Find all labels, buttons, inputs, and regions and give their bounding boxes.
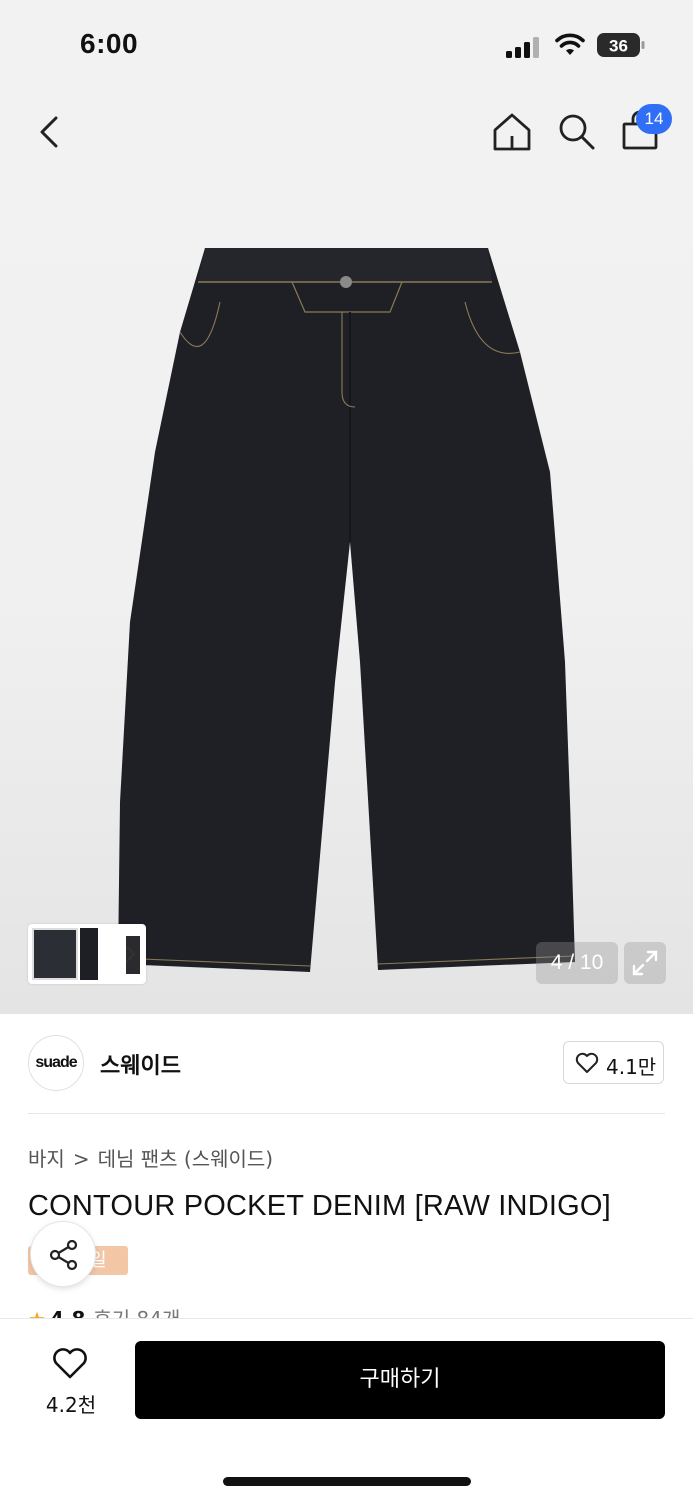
heart-outline-icon (53, 1348, 87, 1379)
chevron-right-icon[interactable] (118, 930, 144, 978)
status-bar: 6:00 36 (0, 0, 693, 92)
thumbnail-2[interactable] (80, 928, 98, 980)
share-button[interactable] (30, 1221, 96, 1287)
wishlist-button[interactable]: 4.2천 (28, 1341, 114, 1421)
buy-button[interactable]: 구매하기 (135, 1341, 665, 1419)
product-photo-jeans (117, 248, 575, 972)
home-indicator[interactable] (223, 1477, 471, 1486)
brand-row[interactable]: suade 스웨이드 4.1만 (28, 1032, 665, 1114)
heart-outline-icon (575, 1052, 599, 1073)
breadcrumb: 바지 > 데님 팬츠 (스웨이드) (28, 1143, 273, 1172)
breadcrumb-separator: > (72, 1147, 90, 1171)
search-icon[interactable] (555, 110, 599, 154)
brand-like-count: 4.1만 (606, 1055, 657, 1079)
product-title: CONTOUR POCKET DENIM [RAW INDIGO] (28, 1190, 611, 1222)
cellular-signal-icon (506, 37, 539, 58)
share-icon (49, 1239, 78, 1271)
image-page-indicator: 4 / 10 (536, 942, 618, 984)
product-image-gallery[interactable]: 14 4 / 10 (0, 92, 693, 1014)
cart-count-badge: 14 (636, 104, 672, 134)
brand-like-button[interactable]: 4.1만 (563, 1041, 664, 1084)
back-arrow-icon[interactable] (30, 110, 70, 154)
wishlist-count: 4.2천 (45, 1393, 97, 1417)
brand-logo[interactable]: suade (28, 1035, 84, 1091)
expand-icon (632, 950, 658, 976)
status-time: 6:00 (80, 28, 139, 59)
battery-icon: 36 (597, 33, 645, 57)
battery-level: 36 (609, 37, 628, 56)
brand-name[interactable]: 스웨이드 (100, 1048, 181, 1080)
wifi-icon (555, 33, 585, 55)
breadcrumb-category[interactable]: 바지 (28, 1147, 65, 1171)
bottom-action-bar: 4.2천 구매하기 (0, 1318, 693, 1500)
breadcrumb-subcategory[interactable]: 데님 팬츠 (스웨이드) (98, 1147, 274, 1171)
home-icon[interactable] (490, 110, 534, 154)
thumbnail-1[interactable] (32, 928, 78, 980)
expand-button[interactable] (624, 942, 666, 984)
